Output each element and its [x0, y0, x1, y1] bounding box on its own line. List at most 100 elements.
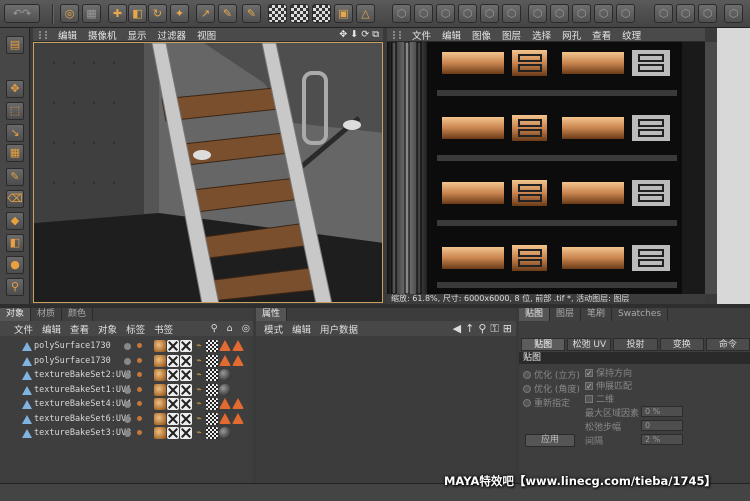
uv-points-icon[interactable]: ⬡ [458, 4, 477, 23]
up-arrow-icon[interactable]: ↑ [465, 322, 474, 336]
uv-menu-texture[interactable]: 纹理 [622, 28, 641, 42]
subtab-commands[interactable]: 命令 [705, 338, 750, 351]
object-list-item[interactable]: textureBakeSet1:UV1 ⌁ [0, 383, 253, 398]
bp-tool-9-icon[interactable]: ⬡ [724, 4, 743, 23]
warning-tag-icon[interactable] [232, 340, 244, 351]
warning-tag-icon[interactable] [232, 398, 244, 409]
tab-materials[interactable]: 材质 [31, 308, 63, 321]
render-view-icon[interactable] [268, 4, 287, 23]
warning-tag-icon[interactable] [219, 412, 231, 424]
obj-menu-tags[interactable]: 标签 [126, 322, 145, 336]
move-icon[interactable]: ✚ [108, 4, 127, 23]
tab-brush[interactable]: 笔刷 [581, 308, 613, 321]
back-arrow-icon[interactable]: ◀ [453, 322, 461, 336]
uvw-tag-icon[interactable] [180, 398, 192, 410]
obj-search-icon[interactable]: ⚲ [211, 323, 218, 334]
uv-menu-edit[interactable]: 编辑 [442, 28, 461, 42]
uv-menu-select[interactable]: 选择 [532, 28, 551, 42]
subtab-projection[interactable]: 投射 [613, 338, 658, 351]
warning-tag-icon[interactable] [232, 412, 244, 424]
eraser-icon[interactable]: ⌫ [6, 190, 24, 208]
render-dot-icon[interactable] [137, 401, 142, 406]
viewport-menu-view[interactable]: 视图 [197, 28, 216, 42]
visibility-dot-icon[interactable] [124, 357, 131, 365]
render-dot-icon[interactable] [137, 386, 142, 392]
render-dot-icon[interactable] [137, 357, 142, 363]
render-settings-icon[interactable]: ▣ [334, 4, 353, 23]
phong-tag-icon[interactable]: ⌁ [193, 340, 205, 352]
obj-menu-object[interactable]: 对象 [98, 322, 117, 336]
viewport-menu-camera[interactable]: 摄像机 [88, 28, 117, 42]
radio-optimal-cubic[interactable]: 优化 (立方) [523, 368, 580, 381]
warning-tag-icon[interactable] [219, 340, 231, 351]
uvw-tag-icon[interactable] [180, 340, 192, 352]
lock-icon[interactable]: ⚿ [490, 322, 498, 336]
object-list-item[interactable]: polySurface1730 ⌁ [0, 354, 253, 369]
bp-tool-7-icon[interactable]: ⬡ [676, 4, 695, 23]
uvw-tag-icon[interactable] [167, 383, 179, 396]
paint-brush-alt-icon[interactable]: ✎ [242, 4, 261, 23]
uvw-tag-icon[interactable] [180, 369, 192, 381]
bp-tool-5-icon[interactable]: ⬡ [616, 4, 635, 23]
uvw-tag-icon[interactable] [167, 369, 179, 381]
render-dot-icon[interactable] [137, 343, 142, 348]
sphere-tag-icon[interactable] [219, 369, 231, 381]
layout-icon[interactable]: ▤ [6, 36, 24, 54]
magnify-icon[interactable]: ⚲ [6, 278, 24, 296]
bp-tool-6-icon[interactable]: ⬡ [654, 4, 673, 23]
phong-tag-icon[interactable]: ⌁ [193, 354, 205, 367]
knife-icon[interactable]: ↘ [6, 124, 24, 142]
tab-swatches[interactable]: Swatches [612, 308, 669, 321]
subtab-transform[interactable]: 变换 [659, 338, 704, 351]
obj-menu-file[interactable]: 文件 [14, 322, 33, 336]
material-tag-icon[interactable] [154, 427, 166, 439]
material-tag-icon[interactable] [154, 369, 166, 381]
phong-tag-icon[interactable]: ⌁ [193, 383, 205, 396]
radio-optimal-angle[interactable]: 优化 (角度) [523, 382, 580, 395]
live-selection-icon[interactable]: ◎ [60, 4, 79, 23]
uv-menu-view[interactable]: 查看 [592, 28, 611, 42]
phong-tag-icon[interactable]: ⌁ [193, 398, 205, 410]
render-region-icon[interactable] [290, 4, 309, 23]
tab-colors[interactable]: 颜色 [62, 308, 94, 321]
polygon-icon[interactable]: △ [356, 4, 375, 23]
phong-tag-icon[interactable]: ⌁ [193, 412, 205, 425]
axis-icon[interactable]: ↗ [196, 4, 215, 23]
attr-menu-userdata[interactable]: 用户数据 [320, 322, 358, 336]
visibility-dot-icon[interactable] [124, 372, 131, 379]
new-window-icon[interactable]: ⊞ [503, 322, 512, 336]
phong-tag-icon[interactable]: ⌁ [193, 427, 205, 439]
phong-tag-icon[interactable]: ⌁ [193, 369, 205, 381]
object-list-item[interactable]: textureBakeSet6:UV6 ⌁ [0, 412, 253, 427]
uvw-tag-icon[interactable] [167, 412, 179, 425]
rect-selection-icon[interactable]: ⬚ [6, 102, 24, 120]
obj-menu-view[interactable]: 查看 [70, 322, 89, 336]
uvw-tag-icon[interactable] [180, 427, 192, 439]
pencil-icon[interactable]: ✎ [6, 168, 24, 186]
points-mode-icon[interactable]: ⬡ [392, 4, 411, 23]
uvw-tag-icon[interactable] [180, 383, 192, 396]
uvw-tag-icon[interactable] [167, 427, 179, 439]
warning-tag-icon[interactable] [219, 398, 231, 409]
sphere-tag-icon[interactable] [219, 427, 231, 439]
uvw-tag-icon[interactable] [167, 398, 179, 410]
3d-viewport[interactable] [33, 42, 383, 303]
paint-brush-icon[interactable]: ✎ [218, 4, 237, 23]
relax-steps-input[interactable]: 0 [641, 420, 683, 431]
obj-home-icon[interactable]: ⌂ [227, 323, 233, 334]
visibility-dot-icon[interactable] [124, 401, 131, 408]
render-dot-icon[interactable] [137, 372, 142, 377]
texture-view-scrollbar[interactable] [705, 42, 717, 294]
material-tag-icon[interactable] [154, 340, 166, 352]
viewport-menu-display[interactable]: 显示 [128, 28, 147, 42]
tab-objects[interactable]: 对象 [0, 308, 32, 321]
uvw-tag-icon[interactable] [180, 354, 192, 367]
material-tag-icon[interactable] [154, 383, 166, 396]
attr-search-icon[interactable]: ⚲ [478, 322, 486, 336]
visibility-dot-icon[interactable] [124, 386, 131, 394]
texture-tag-icon[interactable] [206, 412, 218, 425]
select-rect-icon[interactable]: ▦ [82, 4, 101, 23]
uvw-tag-icon[interactable] [167, 354, 179, 367]
viewport-nav-icons[interactable]: ✥ ⬇ ⟳ ⧉ [339, 29, 383, 40]
warning-tag-icon[interactable] [232, 354, 244, 366]
